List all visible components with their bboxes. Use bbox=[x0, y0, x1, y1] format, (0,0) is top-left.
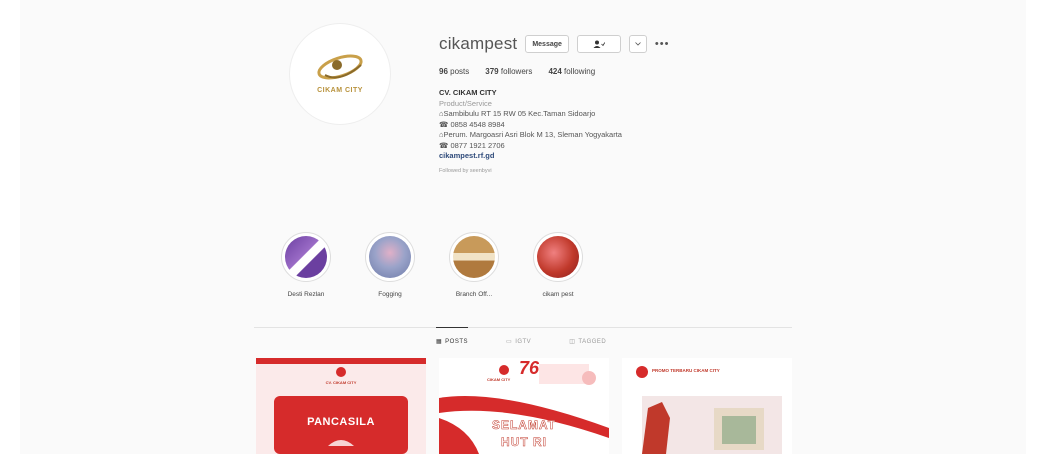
tab-posts[interactable]: ▦ POSTS bbox=[436, 327, 469, 345]
story-highlights: Desti Rezlan Fogging Branch Off... cikam… bbox=[278, 232, 586, 298]
highlight-label: Desti Rezlan bbox=[287, 291, 325, 298]
brand-text: CIKAM CITY bbox=[317, 87, 363, 94]
followed-by[interactable]: Followed by seenbyvi bbox=[439, 166, 622, 177]
highlight-item[interactable]: Desti Rezlan bbox=[278, 232, 334, 298]
right-margin bbox=[1026, 0, 1040, 454]
post-thumbnail[interactable]: CIKAM CITY 76 SELAMAT HUT RI bbox=[439, 358, 609, 454]
highlight-item[interactable]: Fogging bbox=[362, 232, 418, 298]
grid-icon: ▦ bbox=[436, 339, 443, 345]
highlight-ring bbox=[533, 232, 583, 282]
followers-count[interactable]: 379 followers bbox=[485, 67, 532, 76]
profile-bio: CV. CIKAM CITY Product/Service ⌂Sambibul… bbox=[439, 88, 622, 176]
username-row: cikampest Message ••• bbox=[439, 34, 669, 54]
post-thumbnail[interactable]: PROMO TERBARU CIKAM CITY bbox=[622, 358, 792, 454]
highlight-ring bbox=[365, 232, 415, 282]
post-brand: CIKAM CITY bbox=[487, 377, 511, 382]
phone-icon: ☎ bbox=[439, 119, 451, 129]
highlight-item[interactable]: Branch Off... bbox=[446, 232, 502, 298]
bio-line-phone-2: ☎ 0877 1921 2706 bbox=[439, 140, 505, 150]
post-thumbnail[interactable]: CV. CIKAM CITY PANCASILA bbox=[256, 358, 426, 454]
bio-line-phone-1: ☎ 0858 4548 8984 bbox=[439, 119, 505, 129]
logo-icon bbox=[317, 54, 363, 80]
highlight-ring bbox=[449, 232, 499, 282]
following-count[interactable]: 424 following bbox=[548, 67, 595, 76]
profile-link[interactable]: cikampest.rf.gd bbox=[439, 151, 622, 162]
post-subtitle: HUT RI bbox=[501, 435, 547, 450]
profile-name: CV. CIKAM CITY bbox=[439, 88, 497, 97]
bio-line-address-1: ⌂Sambibulu RT 15 RW 05 Kec.Taman Sidoarj… bbox=[439, 109, 596, 118]
left-margin bbox=[0, 0, 20, 454]
bio-line-address-2: ⌂Perum. Margoasri Asri Blok M 13, Sleman… bbox=[439, 130, 622, 139]
message-button[interactable]: Message bbox=[525, 35, 569, 53]
highlight-thumbnail bbox=[369, 236, 411, 278]
highlight-thumbnail bbox=[285, 236, 327, 278]
post-title: PANCASILA bbox=[307, 416, 375, 428]
phone-icon: ☎ bbox=[439, 140, 451, 150]
post-caption: CV. CIKAM CITY bbox=[325, 380, 357, 385]
more-icon[interactable]: ••• bbox=[655, 38, 670, 50]
tab-igtv[interactable]: ▭ IGTV bbox=[506, 328, 531, 346]
tab-tagged[interactable]: ◫ TAGGED bbox=[569, 328, 606, 346]
post-title: PROMO TERBARU CIKAM CITY bbox=[652, 368, 720, 373]
highlight-ring bbox=[281, 232, 331, 282]
profile-stats: 96 posts 379 followers 424 following bbox=[439, 67, 595, 76]
post-number: 76 bbox=[519, 358, 540, 378]
highlight-thumbnail bbox=[453, 236, 495, 278]
person-check-icon bbox=[593, 40, 605, 48]
posts-count: 96 posts bbox=[439, 67, 470, 76]
highlight-item[interactable]: cikam pest bbox=[530, 232, 586, 298]
brand-logo: CIKAM CITY bbox=[295, 39, 385, 109]
highlight-label: Branch Off... bbox=[455, 291, 493, 298]
post-title: SELAMAT bbox=[491, 418, 557, 433]
suggested-dropdown-button[interactable] bbox=[628, 35, 647, 53]
tv-icon: ▭ bbox=[506, 339, 513, 345]
profile-category: Product/Service bbox=[439, 98, 492, 108]
highlight-label: Fogging bbox=[378, 291, 402, 298]
following-button[interactable] bbox=[576, 35, 621, 53]
highlight-thumbnail bbox=[537, 236, 579, 278]
tag-icon: ◫ bbox=[569, 339, 576, 345]
highlight-label: cikam pest bbox=[542, 291, 574, 298]
post-image bbox=[256, 358, 426, 454]
username: cikampest bbox=[439, 34, 518, 53]
profile-avatar[interactable]: CIKAM CITY bbox=[290, 24, 390, 124]
profile-tabs: ▦ POSTS ▭ IGTV ◫ TAGGED bbox=[436, 327, 606, 346]
chevron-down-icon bbox=[635, 42, 641, 46]
